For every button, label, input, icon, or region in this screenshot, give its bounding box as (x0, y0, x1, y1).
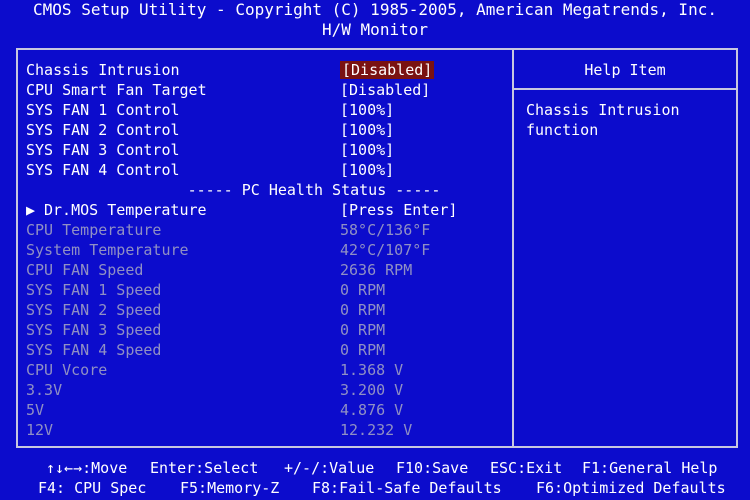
key-hint-select: Enter:Select (150, 459, 259, 477)
reading-label: 5V (26, 401, 45, 419)
setting-value[interactable]: [100%] (340, 140, 394, 160)
reading-sys-fan-1-speed: SYS FAN 1 Speed 0 RPM (24, 280, 504, 300)
help-text: Chassis Intrusion function (526, 100, 726, 140)
key-hint-cpu-spec: F4: CPU Spec (38, 479, 147, 497)
submenu-arrow-icon: ▶ (26, 201, 36, 219)
setting-drmos-temperature[interactable]: ▶ Dr.MOS Temperature [Press Enter] (24, 200, 504, 220)
setting-sys-fan-3-control[interactable]: SYS FAN 3 Control [100%] (24, 140, 504, 160)
reading-system-temperature: System Temperature 42°C/107°F (24, 240, 504, 260)
panel-divider (512, 48, 514, 448)
setting-label: Dr.MOS Temperature (44, 201, 207, 219)
section-header-pc-health: ----- PC Health Status ----- (24, 180, 504, 200)
setting-label: SYS FAN 4 Control (26, 161, 180, 179)
key-hint-help: F1:General Help (582, 459, 718, 477)
key-hint-optimized-defaults: F6:Optimized Defaults (536, 479, 726, 497)
settings-panel: Chassis Intrusion [Disabled] CPU Smart F… (24, 60, 504, 440)
setting-label: SYS FAN 1 Control (26, 101, 180, 119)
setting-value[interactable]: [Disabled] (340, 80, 430, 100)
window-title: CMOS Setup Utility - Copyright (C) 1985-… (0, 0, 750, 20)
reading-value: 0 RPM (340, 321, 386, 339)
setting-sys-fan-4-control[interactable]: SYS FAN 4 Control [100%] (24, 160, 504, 180)
page-title: H/W Monitor (322, 20, 428, 39)
help-divider (514, 88, 736, 90)
key-hint-save: F10:Save (396, 459, 469, 477)
reading-label: 3.3V (26, 381, 63, 399)
reading-label: CPU Temperature (26, 221, 162, 239)
key-hint-exit: ESC:Exit (490, 459, 563, 477)
reading-value: 0 RPM (340, 341, 386, 359)
key-legend-row-2: F4: CPU Spec F5:Memory-Z F8:Fail-Safe De… (0, 478, 750, 498)
key-legend-row-1: ↑↓←→:Move Enter:Select +/-/:Value F10:Sa… (0, 458, 750, 478)
setting-value[interactable]: [Press Enter] (340, 200, 457, 220)
setting-label: SYS FAN 2 Control (26, 121, 180, 139)
help-text-line: function (526, 121, 599, 139)
setting-chassis-intrusion[interactable]: Chassis Intrusion [Disabled] (24, 60, 504, 80)
reading-value: 0 RPM (340, 281, 386, 299)
reading-value: 42°C/107°F (340, 241, 431, 259)
reading-label: SYS FAN 2 Speed (26, 301, 162, 319)
setting-value[interactable]: [100%] (340, 100, 394, 120)
reading-3v3: 3.3V 3.200 V (24, 380, 504, 400)
setting-sys-fan-1-control[interactable]: SYS FAN 1 Control [100%] (24, 100, 504, 120)
setting-cpu-smart-fan-target[interactable]: CPU Smart Fan Target [Disabled] (24, 80, 504, 100)
reading-label: SYS FAN 3 Speed (26, 321, 162, 339)
reading-5v: 5V 4.876 V (24, 400, 504, 420)
key-hint-move: ↑↓←→:Move (46, 459, 128, 477)
key-legend: ↑↓←→:Move Enter:Select +/-/:Value F10:Sa… (0, 458, 750, 498)
reading-value: 4.876 V (340, 401, 404, 419)
reading-cpu-temperature: CPU Temperature 58°C/136°F (24, 220, 504, 240)
reading-value: 2636 RPM (340, 261, 413, 279)
reading-value: 3.200 V (340, 381, 404, 399)
section-title: ----- PC Health Status ----- (187, 181, 441, 199)
help-panel-title: Help Item (584, 61, 666, 79)
reading-sys-fan-3-speed: SYS FAN 3 Speed 0 RPM (24, 320, 504, 340)
key-hint-failsafe-defaults: F8:Fail-Safe Defaults (312, 479, 502, 497)
setting-value[interactable]: [100%] (340, 160, 394, 180)
reading-cpu-fan-speed: CPU FAN Speed 2636 RPM (24, 260, 504, 280)
setting-label: Chassis Intrusion (26, 61, 180, 79)
reading-label: 12V (26, 421, 54, 439)
reading-label: SYS FAN 1 Speed (26, 281, 162, 299)
reading-12v: 12V 12.232 V (24, 420, 504, 440)
reading-value: 1.368 V (340, 361, 404, 379)
reading-label: CPU Vcore (26, 361, 108, 379)
setting-sys-fan-2-control[interactable]: SYS FAN 2 Control [100%] (24, 120, 504, 140)
key-hint-memory-z: F5:Memory-Z (180, 479, 280, 497)
reading-label: System Temperature (26, 241, 189, 259)
reading-sys-fan-4-speed: SYS FAN 4 Speed 0 RPM (24, 340, 504, 360)
reading-sys-fan-2-speed: SYS FAN 2 Speed 0 RPM (24, 300, 504, 320)
key-hint-value: +/-/:Value (284, 459, 375, 477)
reading-value: 58°C/136°F (340, 221, 431, 239)
reading-value: 12.232 V (340, 421, 413, 439)
setting-value[interactable]: [100%] (340, 120, 394, 140)
reading-label: CPU FAN Speed (26, 261, 144, 279)
setting-label: SYS FAN 3 Control (26, 141, 180, 159)
selected-value-box[interactable]: [Disabled] (340, 61, 435, 79)
help-text-line: Chassis Intrusion (526, 101, 680, 119)
reading-value: 0 RPM (340, 301, 386, 319)
reading-cpu-vcore: CPU Vcore 1.368 V (24, 360, 504, 380)
reading-label: SYS FAN 4 Speed (26, 341, 162, 359)
setting-value[interactable]: [Disabled] (340, 60, 435, 80)
setting-label: CPU Smart Fan Target (26, 81, 207, 99)
